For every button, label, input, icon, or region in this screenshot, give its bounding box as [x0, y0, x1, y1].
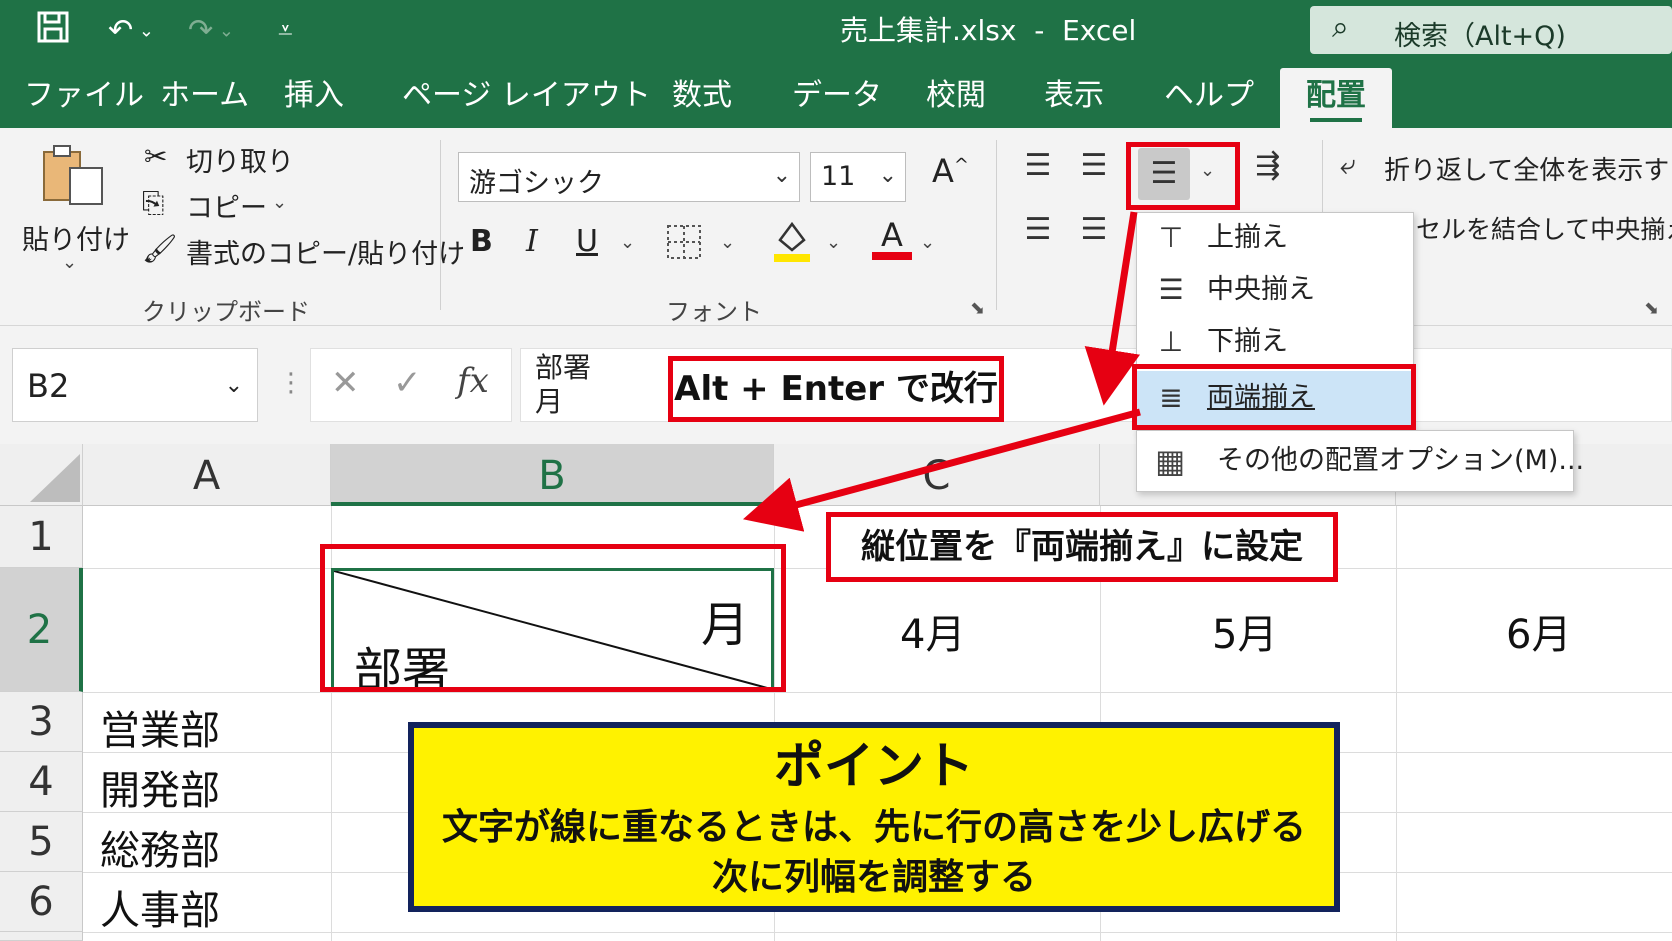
point-line-2: 次に列幅を調整する	[711, 857, 1036, 898]
point-note: ポイント 文字が線に重なるときは、先に行の高さを少し広げる 次に列幅を調整する	[408, 722, 1340, 912]
point-line-1: 文字が線に重なるときは、先に行の高さを少し広げる	[441, 807, 1306, 848]
point-title: ポイント	[774, 737, 974, 795]
